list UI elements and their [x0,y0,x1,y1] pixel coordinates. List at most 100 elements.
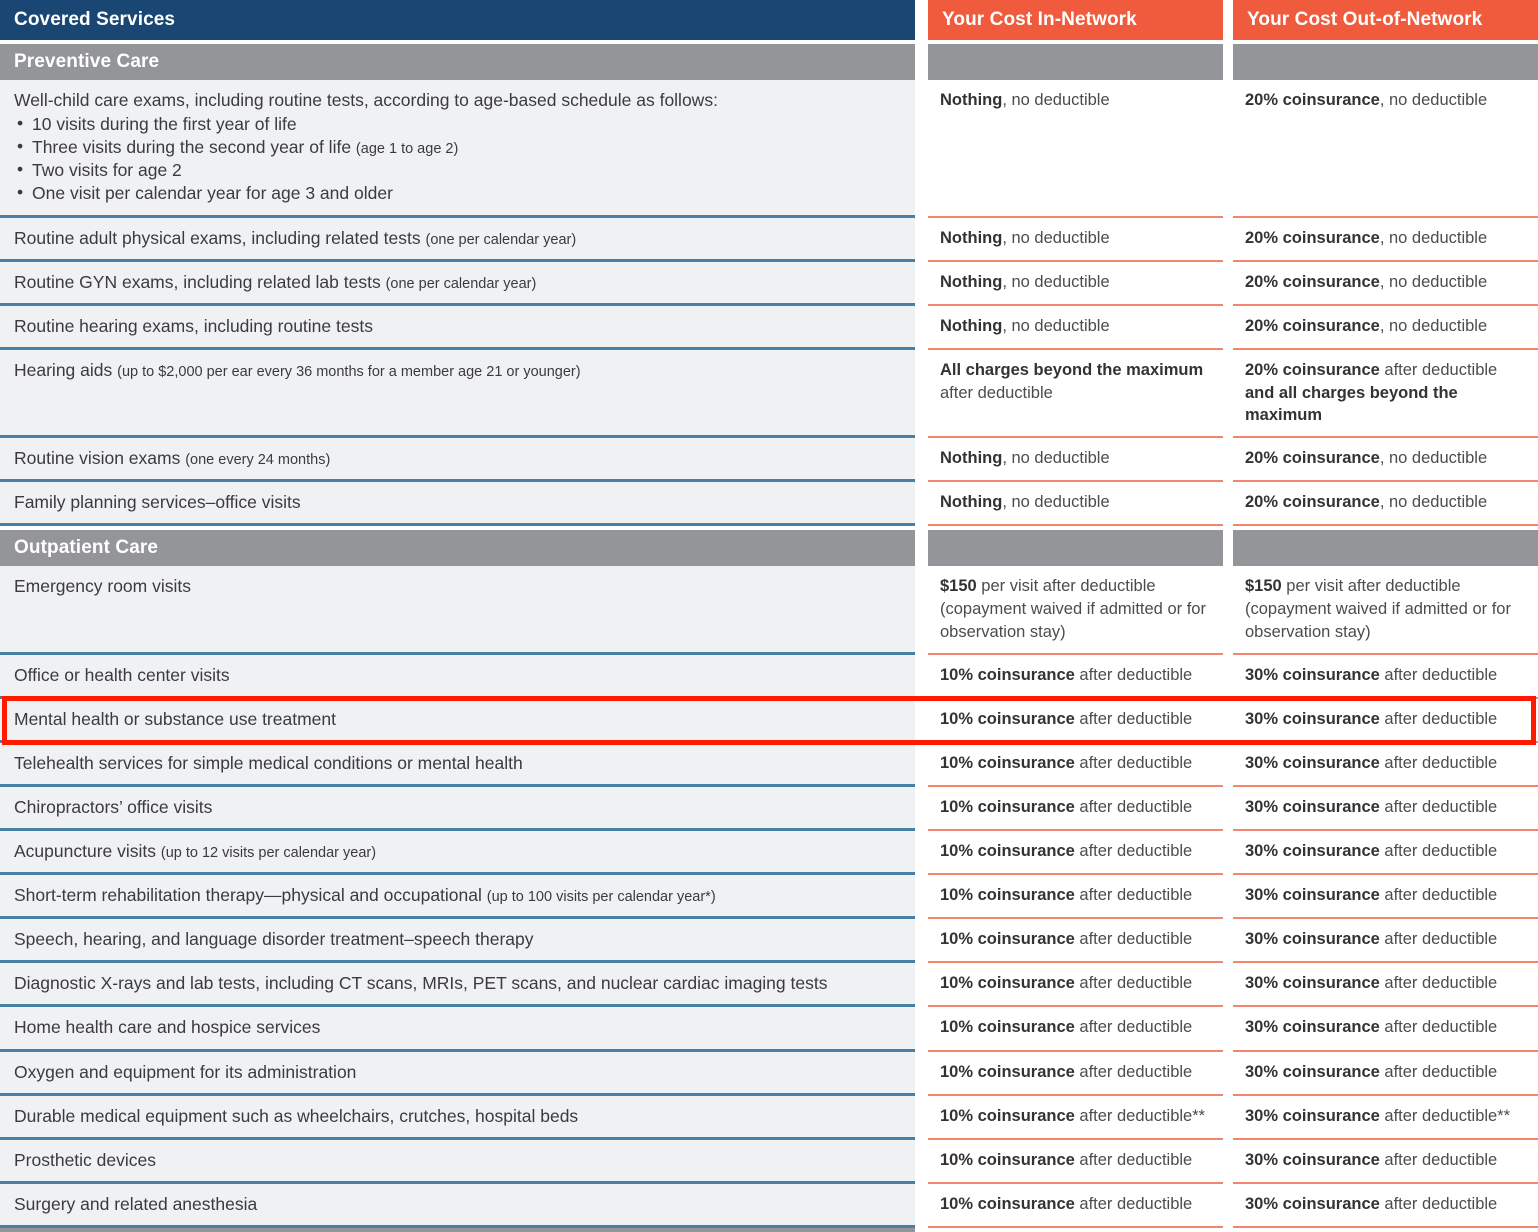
row-gap-2 [1223,482,1233,527]
row-gap-2 [1223,217,1233,262]
cost-out-of-network-cell: 20% coinsurance after deductible and all… [1233,349,1538,439]
table-row[interactable]: Telehealth services for simple medical c… [0,742,1538,787]
table-body: Preventive Care Well-child care exams, in… [0,44,1538,1228]
service-cell: Mental health or substance use treatment [0,698,915,743]
row-gap-2 [1223,1095,1233,1140]
cost-in-network-cell: 10% coinsurance after deductible [928,919,1223,964]
service-cell: Routine GYN exams, including related lab… [0,261,915,306]
table-row[interactable]: Office or health center visits 10% coinsu… [0,654,1538,699]
row-gap-1 [915,482,928,527]
table-row[interactable]: Oxygen and equipment for its administrat… [0,1051,1538,1096]
cost-in-network-cell: All charges beyond the maximum after ded… [928,349,1223,439]
row-gap-2 [1223,566,1233,655]
service-cell: Chiropractors’ office visits [0,786,915,832]
row-gap-1 [915,1007,928,1052]
header-gap-2 [1223,0,1233,40]
service-cell: Hearing aids (up to $2,000 per ear every… [0,349,915,439]
row-gap-2 [1223,654,1233,699]
benefits-table: Covered Services Your Cost In-Network Yo… [0,0,1538,1232]
table-row[interactable]: Emergency room visits $150 per visit afte… [0,566,1538,655]
cost-in-network-cell: 10% coinsurance after deductible [928,786,1223,832]
table-row[interactable]: Home health care and hospice services 10%… [0,1007,1538,1052]
cost-in-network-cell: 10% coinsurance after deductible [928,1183,1223,1228]
cost-out-of-network-cell: 20% coinsurance, no deductible [1233,305,1538,350]
table-row[interactable]: Durable medical equipment such as wheelc… [0,1095,1538,1140]
cost-in-network-cell: 10% coinsurance after deductible [928,654,1223,699]
row-gap-1 [915,305,928,350]
cost-in-network-cell: Nothing, no deductible [928,261,1223,306]
header-gap-1 [915,0,928,40]
row-gap-2 [1223,831,1233,876]
row-gap-1 [915,919,928,964]
row-gap-1 [915,1183,928,1228]
cost-out-of-network-cell: 20% coinsurance, no deductible [1233,261,1538,306]
service-cell: Routine vision exams (one every 24 month… [0,438,915,483]
section-band-0: Preventive Care [0,44,1538,80]
row-gap-2 [1223,1007,1233,1052]
table-row[interactable]: Speech, hearing, and language disorder t… [0,919,1538,964]
table-row[interactable]: Well-child care exams, including routine… [0,80,1538,218]
cost-out-of-network-cell: 30% coinsurance after deductible [1233,1183,1538,1228]
cost-in-network-cell: Nothing, no deductible [928,217,1223,262]
band-out [1233,530,1538,567]
cost-in-network-cell: Nothing, no deductible [928,80,1223,218]
table-row[interactable]: Routine GYN exams, including related lab… [0,261,1538,306]
service-cell: Routine hearing exams, including routine… [0,305,915,350]
table-row[interactable]: Routine adult physical exams, including … [0,217,1538,262]
row-gap-2 [1223,349,1233,439]
row-gap-2 [1223,875,1233,920]
cost-out-of-network-cell: 30% coinsurance after deductible [1233,1139,1538,1184]
table-row[interactable]: Acupuncture visits (up to 12 visits per … [0,831,1538,876]
row-gap-2 [1223,919,1233,964]
table-row[interactable]: Surgery and related anesthesia 10% coinsu… [0,1183,1538,1228]
table-header-row: Covered Services Your Cost In-Network Yo… [0,0,1538,40]
cost-out-of-network-cell: 20% coinsurance, no deductible [1233,438,1538,483]
service-cell: Emergency room visits [0,566,915,655]
cost-in-network-cell: 10% coinsurance after deductible [928,875,1223,920]
cost-in-network-cell: Nothing, no deductible [928,305,1223,350]
cost-in-network-cell: 10% coinsurance after deductible [928,1139,1223,1184]
row-gap-2 [1223,80,1233,218]
header-cost-out-of-network: Your Cost Out-of-Network [1233,0,1538,40]
service-cell: Routine adult physical exams, including … [0,217,915,262]
table-row[interactable]: Routine hearing exams, including routine… [0,305,1538,350]
row-gap-2 [1223,963,1233,1008]
table-row[interactable]: Hearing aids (up to $2,000 per ear every… [0,349,1538,439]
service-bullet: One visit per calendar year for age 3 an… [14,181,901,205]
row-gap-1 [915,261,928,306]
table-row[interactable]: Short-term rehabilitation therapy—physic… [0,875,1538,920]
table-row-highlighted[interactable]: Mental health or substance use treatment… [0,698,1538,743]
cost-out-of-network-cell: 30% coinsurance after deductible [1233,831,1538,876]
cost-in-network-cell: Nothing, no deductible [928,438,1223,483]
row-gap-1 [915,1051,928,1096]
section-band-1: Outpatient Care [0,530,1538,567]
header-covered-services: Covered Services [0,0,915,40]
table-row[interactable]: Routine vision exams (one every 24 month… [0,438,1538,483]
row-gap-1 [915,963,928,1008]
service-cell: Acupuncture visits (up to 12 visits per … [0,831,915,876]
table-row[interactable]: Prosthetic devices 10% coinsurance after … [0,1139,1538,1184]
table-bottom-rule [0,1227,915,1232]
band-gap-2 [1223,530,1233,567]
cost-in-network-cell: 10% coinsurance after deductible [928,742,1223,787]
cost-out-of-network-cell: 30% coinsurance after deductible [1233,1007,1538,1052]
service-bullet: Two visits for age 2 [14,158,901,182]
service-cell: Short-term rehabilitation therapy—physic… [0,875,915,920]
header-cost-in-network: Your Cost In-Network [928,0,1223,40]
section-title: Outpatient Care [0,530,915,567]
service-cell: Diagnostic X-rays and lab tests, includi… [0,963,915,1008]
cost-in-network-cell: $150 per visit after deductible (copayme… [928,566,1223,655]
table-row[interactable]: Chiropractors’ office visits 10% coinsura… [0,786,1538,832]
cost-out-of-network-cell: 30% coinsurance after deductible [1233,786,1538,832]
table-row[interactable]: Diagnostic X-rays and lab tests, includi… [0,963,1538,1008]
band-out [1233,44,1538,80]
row-gap-2 [1223,698,1233,743]
row-gap-2 [1223,261,1233,306]
cost-out-of-network-cell: 30% coinsurance after deductible [1233,742,1538,787]
row-gap-1 [915,80,928,218]
cost-out-of-network-cell: 30% coinsurance after deductible [1233,963,1538,1008]
cost-out-of-network-cell: 20% coinsurance, no deductible [1233,217,1538,262]
cost-out-of-network-cell: 30% coinsurance after deductible [1233,654,1538,699]
band-gap-2 [1223,44,1233,80]
table-row[interactable]: Family planning services–office visits No… [0,482,1538,527]
